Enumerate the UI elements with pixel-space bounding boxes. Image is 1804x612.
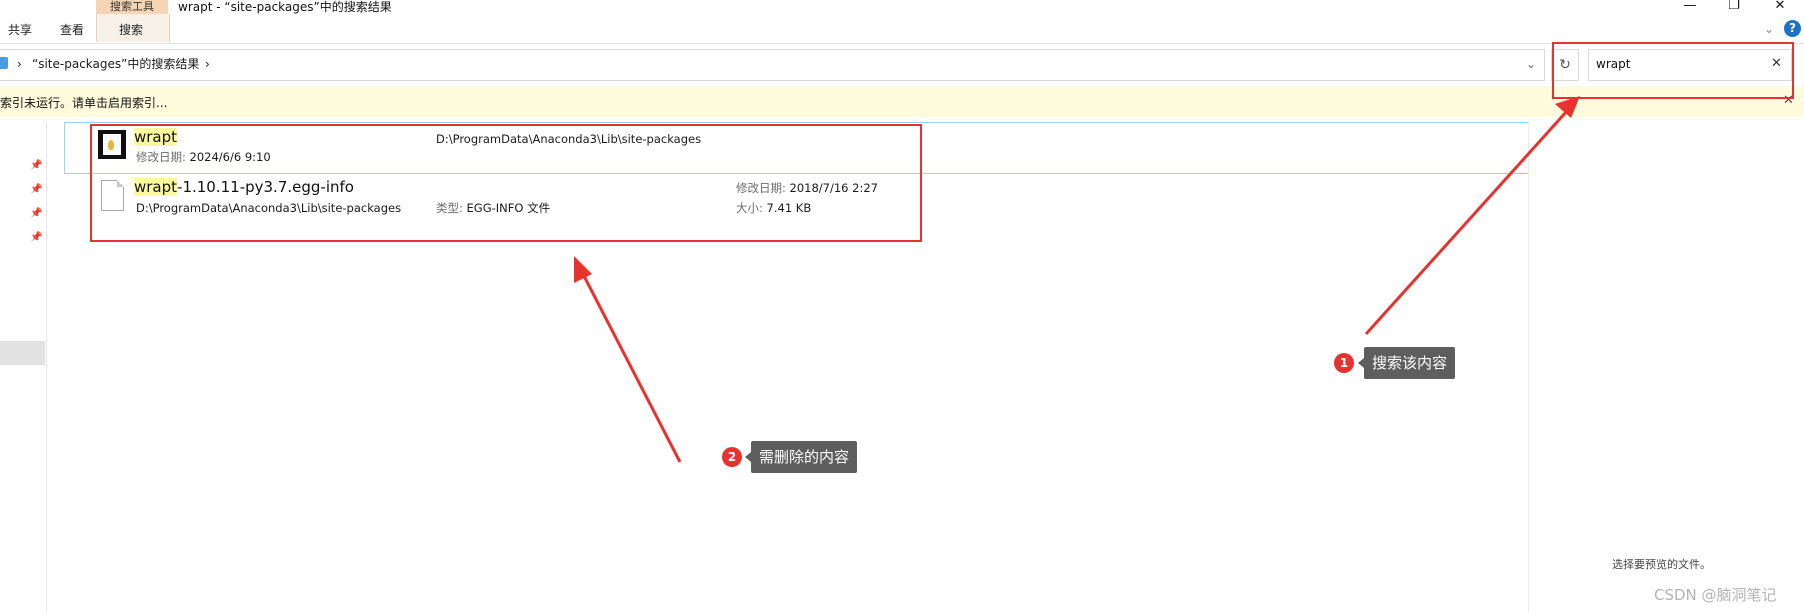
annotation-arrows <box>574 96 1580 463</box>
annotation-badge-2: 2 <box>722 447 742 467</box>
watermark: CSDN @脑洞笔记 <box>1654 586 1777 604</box>
annotation-arrowhead-search <box>1555 96 1580 118</box>
annotation-callout-2: 需删除的内容 <box>744 441 858 473</box>
annotation-badge-1: 1 <box>1334 353 1354 373</box>
annotation-arrow-search <box>1364 109 1569 336</box>
annotation-arrowhead-results <box>574 256 592 283</box>
annotation-callout-1: 搜索该内容 <box>1357 347 1456 379</box>
annotation-arrow-results <box>582 275 682 463</box>
